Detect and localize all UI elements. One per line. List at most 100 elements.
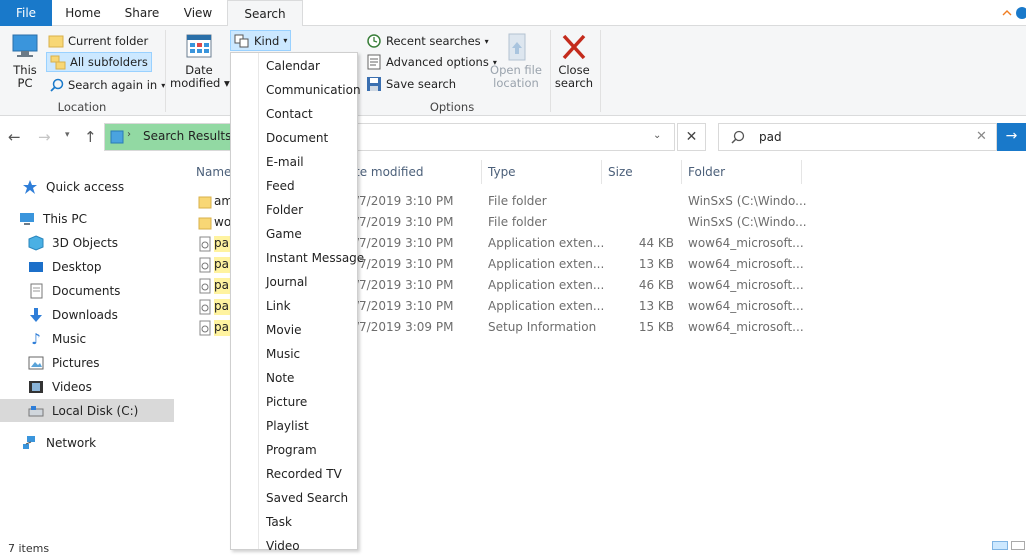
search-input[interactable]: pad <box>759 130 782 144</box>
menu-item-calendar[interactable]: Calendar <box>266 59 320 73</box>
column-header-date-modified[interactable]: te modified <box>355 162 423 184</box>
nav-local-disk[interactable]: Local Disk (C:) <box>0 399 174 422</box>
file-size: 13 KB <box>638 299 674 313</box>
menu-item-music[interactable]: Music <box>266 347 300 361</box>
date-modified-button[interactable]: Date modified ▾ <box>170 32 230 96</box>
ribbon-tab-bar: File Home Share View Search <box>0 0 1026 27</box>
column-header-folder[interactable]: Folder <box>688 162 725 184</box>
menu-item-recorded-tv[interactable]: Recorded TV <box>266 467 342 481</box>
advanced-options-button[interactable]: Advanced options ▾ <box>366 53 497 71</box>
column-divider[interactable] <box>601 160 602 184</box>
all-subfolders-label: All subfolders <box>70 55 148 69</box>
recent-locations-icon[interactable]: ▾ <box>65 130 75 144</box>
menu-item-instant-message[interactable]: Instant Message <box>266 251 364 265</box>
search-box[interactable]: pad ✕ <box>718 123 997 151</box>
cancel-search-icon[interactable]: ✕ <box>677 123 706 151</box>
file-size: 13 KB <box>638 257 674 271</box>
large-icons-view-icon[interactable] <box>1011 541 1025 550</box>
menu-item-folder[interactable]: Folder <box>266 203 303 217</box>
tab-view[interactable]: View <box>172 0 224 26</box>
file-type: Application exten... <box>488 236 605 250</box>
search-results-icon <box>109 129 125 145</box>
folder-icon <box>198 215 212 231</box>
menu-item-link[interactable]: Link <box>266 299 291 313</box>
close-icon <box>562 34 586 60</box>
document-icon <box>28 283 44 299</box>
recent-searches-label: Recent searches <box>386 34 481 48</box>
clear-search-icon[interactable]: ✕ <box>976 129 987 144</box>
nav-pictures-label: Pictures <box>52 355 100 370</box>
nav-desktop[interactable]: Desktop <box>0 255 174 278</box>
recent-searches-icon <box>367 34 381 48</box>
nav-pictures[interactable]: Pictures <box>0 351 174 374</box>
menu-item-movie[interactable]: Movie <box>266 323 302 337</box>
nav-3d-objects[interactable]: 3D Objects <box>0 231 174 254</box>
kind-label: Kind <box>254 33 280 48</box>
column-header-type[interactable]: Type <box>488 162 516 184</box>
menu-item-note[interactable]: Note <box>266 371 294 385</box>
nav-downloads[interactable]: Downloads <box>0 303 174 326</box>
menu-item-contact[interactable]: Contact <box>266 107 313 121</box>
all-subfolders-button[interactable]: All subfolders <box>46 52 152 72</box>
tab-search[interactable]: Search <box>227 0 303 27</box>
address-bar[interactable]: › Search Results in ⌄ <box>104 123 675 151</box>
details-view-icon[interactable] <box>992 541 1008 550</box>
column-header-name[interactable]: Name <box>196 162 231 184</box>
menu-item-video[interactable]: Video <box>266 539 300 553</box>
nav-network[interactable]: Network <box>0 431 174 454</box>
file-size: 44 KB <box>638 236 674 250</box>
close-search-button[interactable]: Close search <box>554 32 594 96</box>
search-box-icon <box>731 130 745 144</box>
column-divider[interactable] <box>481 160 482 184</box>
help-icon[interactable] <box>1015 5 1026 21</box>
tab-home[interactable]: Home <box>56 0 110 26</box>
close-search-label-2: search <box>554 76 594 90</box>
column-header-size[interactable]: Size <box>608 162 633 184</box>
menu-item-saved-search[interactable]: Saved Search <box>266 491 348 505</box>
nav-documents-label: Documents <box>52 283 121 298</box>
this-pc-label-2: PC <box>17 76 33 90</box>
this-pc-button[interactable]: This PC <box>8 32 42 96</box>
search-icon <box>50 78 64 92</box>
menu-item-playlist[interactable]: Playlist <box>266 419 309 433</box>
kind-dropdown-menu: Calendar Communication Contact Document E-ma… <box>230 52 364 553</box>
back-icon[interactable]: ← <box>8 128 24 146</box>
navigation-pane: Quick access This PC 3D Objects Desktop … <box>0 160 182 550</box>
menu-item-game[interactable]: Game <box>266 227 302 241</box>
column-divider[interactable] <box>681 160 682 184</box>
file-folder: wow64_microsoft... <box>688 257 804 271</box>
menu-item-journal[interactable]: Journal <box>266 275 308 289</box>
up-icon[interactable]: ↑ <box>84 128 100 146</box>
search-go-button[interactable]: → <box>997 123 1026 151</box>
current-folder-button[interactable]: Current folder <box>48 32 148 50</box>
tab-file[interactable]: File <box>0 0 52 26</box>
menu-item-program[interactable]: Program <box>266 443 317 457</box>
file-folder: WinSxS (C:\Windo... <box>688 215 807 229</box>
file-date-modified: /7/2019 3:10 PM <box>355 194 454 208</box>
recent-searches-button[interactable]: Recent searches ▾ <box>366 32 489 50</box>
menu-item-feed[interactable]: Feed <box>266 179 295 193</box>
menu-item-communication[interactable]: Communication <box>266 83 361 97</box>
menu-item-picture[interactable]: Picture <box>266 395 307 409</box>
nav-music[interactable]: ♪ Music <box>0 327 174 350</box>
nav-documents[interactable]: Documents <box>0 279 174 302</box>
save-search-button[interactable]: Save search <box>366 75 456 93</box>
forward-icon[interactable]: → <box>38 128 54 146</box>
nav-videos[interactable]: Videos <box>0 375 174 398</box>
search-again-in-button[interactable]: Search again in ▾ <box>50 76 165 94</box>
open-file-location-button[interactable]: Open file location <box>490 32 542 96</box>
computer-icon <box>19 211 35 227</box>
menu-item-task[interactable]: Task <box>266 515 292 529</box>
nav-this-pc[interactable]: This PC <box>0 207 174 230</box>
file-date-modified: /7/2019 3:10 PM <box>355 299 454 313</box>
column-divider[interactable] <box>801 160 802 184</box>
nav-quick-access[interactable]: Quick access <box>0 175 174 198</box>
tab-share[interactable]: Share <box>114 0 170 26</box>
menu-item-e-mail[interactable]: E-mail <box>266 155 304 169</box>
kind-button[interactable]: Kind ▾ <box>230 30 292 51</box>
open-location-icon <box>508 33 526 61</box>
file-icon <box>198 320 212 336</box>
menu-item-document[interactable]: Document <box>266 131 328 145</box>
address-dropdown-icon[interactable]: ⌄ <box>653 130 661 141</box>
minimize-ribbon-icon[interactable] <box>1000 6 1014 20</box>
